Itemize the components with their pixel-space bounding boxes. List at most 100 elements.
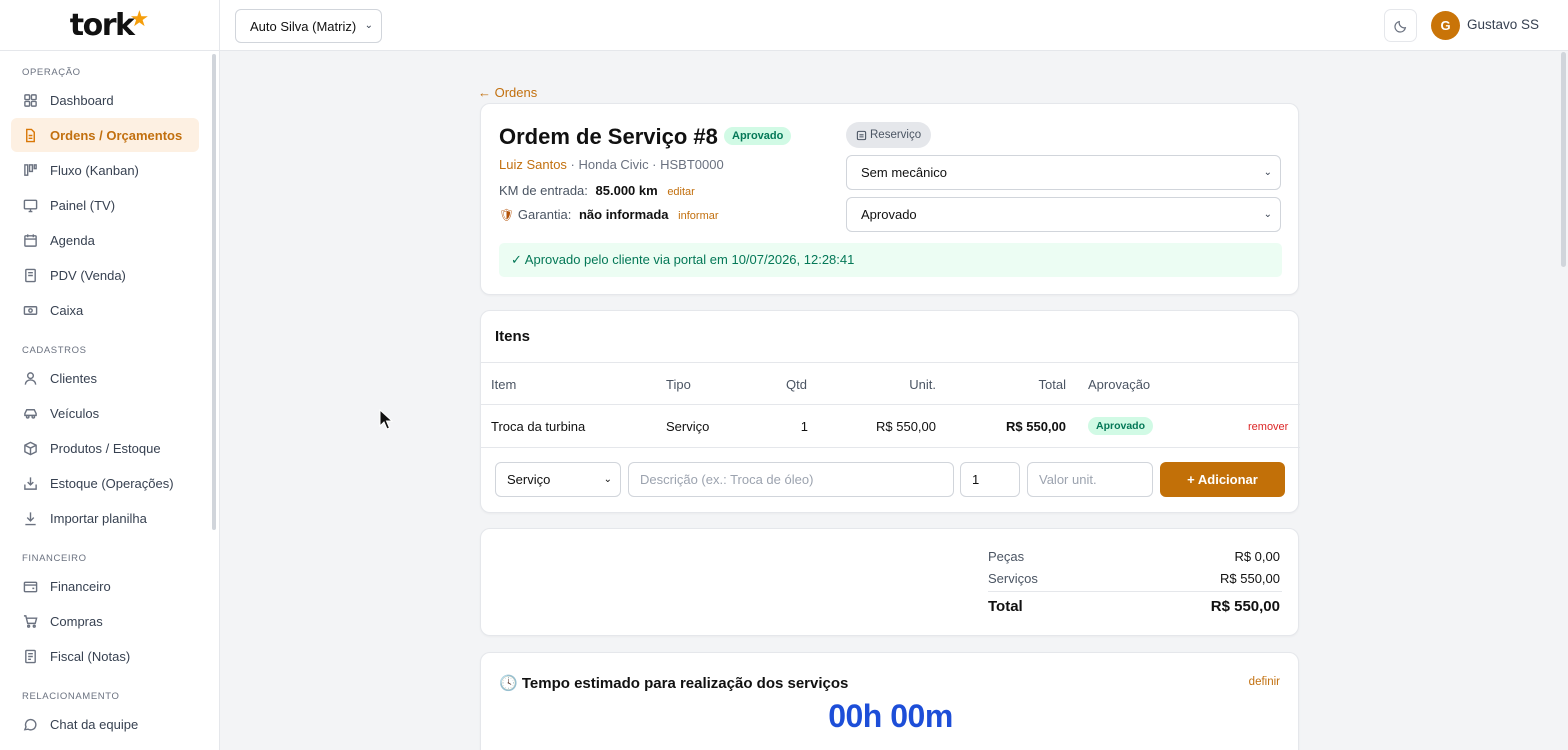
divider — [481, 404, 1300, 405]
sidebar-item-estoque-operacoes[interactable]: Estoque (Operações) — [11, 466, 199, 500]
status-badge: Aprovado — [724, 127, 792, 145]
quantity-input[interactable]: 1 — [960, 462, 1020, 497]
description-input[interactable]: Descrição (ex.: Troca de óleo) — [628, 462, 954, 497]
sidebar-item-importar[interactable]: Importar planilha — [11, 501, 199, 535]
sidebar-item-clientes[interactable]: Clientes — [11, 361, 199, 395]
logo[interactable]: tork ★ — [0, 0, 219, 51]
sidebar-item-compras[interactable]: Compras — [11, 604, 199, 638]
sidebar-item-label: Fluxo (Kanban) — [50, 162, 139, 178]
section-title-relacionamento: RELACIONAMENTO — [22, 691, 120, 702]
chevron-down-icon: ⌄ — [603, 474, 612, 485]
back-to-orders-link[interactable]: ← Ordens — [478, 85, 537, 100]
logo-text: tork — [69, 7, 135, 43]
sidebar-item-caixa[interactable]: Caixa — [11, 293, 199, 327]
cell-unit: R$ 550,00 — [876, 419, 936, 434]
sidebar-item-painel[interactable]: Painel (TV) — [11, 188, 199, 222]
parts-value: R$ 0,00 — [1234, 549, 1280, 564]
warranty-value: não informada — [578, 207, 669, 222]
avatar[interactable]: G — [1431, 11, 1460, 40]
cart-icon — [22, 613, 38, 629]
shield-icon: 🛡 — [499, 208, 515, 222]
sidebar-item-label: Estoque (Operações) — [50, 475, 174, 491]
cell-item: Troca da turbina — [491, 419, 586, 434]
page-scrollbar[interactable] — [1561, 52, 1566, 267]
car-icon — [22, 405, 38, 421]
page-title: Ordem de Serviço #8 — [499, 124, 718, 149]
customer-line: Luiz Santos · Honda Civic · HSBT0000 — [499, 157, 724, 172]
chevron-down-icon: ⌄ — [364, 20, 373, 31]
topbar: Auto Silva (Matriz) ⌄ G Gustavo SS — [220, 0, 1568, 51]
sidebar-item-produtos[interactable]: Produtos / Estoque — [11, 431, 199, 465]
kanban-icon — [22, 162, 38, 178]
sidebar-item-label: Importar planilha — [50, 510, 147, 526]
sidebar-item-ordens[interactable]: Ordens / Orçamentos — [11, 118, 199, 152]
warranty-label: Garantia: — [517, 207, 572, 222]
item-type-value: Serviço — [507, 472, 551, 487]
remove-item-button[interactable]: remover — [1248, 421, 1288, 433]
sidebar-item-label: Ordens / Orçamentos — [50, 127, 183, 143]
column-header-unit: Unit. — [909, 377, 936, 392]
sidebar-item-label: Produtos / Estoque — [50, 440, 161, 456]
edit-km-link[interactable]: editar — [667, 186, 695, 198]
items-card: Itens Item Tipo Qtd Unit. Total Aprovaçã… — [480, 310, 1300, 513]
estimated-time-value: 00h 00m — [828, 698, 953, 734]
theme-toggle-button[interactable] — [1384, 9, 1417, 42]
services-label: Serviços — [988, 571, 1038, 586]
km-line: KM de entrada: 85.000 km editar — [499, 183, 695, 198]
sidebar-item-chat[interactable]: Chat da equipe — [11, 707, 199, 741]
cell-tipo: Serviço — [666, 419, 710, 434]
column-header-tipo: Tipo — [666, 377, 691, 392]
sidebar-item-agenda[interactable]: Agenda — [11, 223, 199, 257]
cell-total: R$ 550,00 — [1006, 419, 1066, 434]
download-icon — [22, 510, 38, 526]
estimated-time-title-text: Tempo estimado para realização dos servi… — [521, 675, 849, 692]
chevron-down-icon: ⌄ — [1263, 167, 1272, 178]
mechanic-select[interactable]: Sem mecânico ⌄ — [846, 155, 1281, 190]
sidebar-item-label: Chat da equipe — [50, 716, 139, 732]
approval-banner: ✓ Aprovado pelo cliente via portal em 10… — [499, 243, 1282, 277]
sidebar-item-fiscal[interactable]: Fiscal (Notas) — [11, 639, 199, 673]
divider — [988, 591, 1282, 592]
sidebar-item-label: Financeiro — [50, 578, 111, 594]
totals-card: Peças R$ 0,00 Serviços R$ 550,00 Total R… — [480, 528, 1299, 636]
sidebar-scrollbar[interactable] — [212, 54, 216, 530]
reserve-icon — [856, 130, 867, 140]
receipt-icon — [22, 267, 38, 283]
mechanic-select-value: Sem mecânico — [861, 165, 947, 180]
estimated-time-title: 🕓 Tempo estimado para realização dos ser… — [499, 674, 848, 692]
item-type-select[interactable]: Serviço ⌄ — [495, 462, 621, 497]
sidebar-item-label: PDV (Venda) — [50, 267, 126, 283]
total-value: R$ 550,00 — [1210, 598, 1280, 615]
sidebar-item-pdv[interactable]: PDV (Venda) — [11, 258, 199, 292]
user-icon — [22, 370, 38, 386]
moon-icon — [1393, 20, 1406, 33]
define-time-link[interactable]: definir — [1249, 676, 1280, 688]
sidebar-item-financeiro[interactable]: Financeiro — [11, 569, 199, 603]
status-select[interactable]: Aprovado ⌄ — [846, 197, 1281, 232]
set-warranty-link[interactable]: informar — [678, 210, 718, 222]
user-name[interactable]: Gustavo SS — [1467, 17, 1539, 32]
parts-label: Peças — [988, 549, 1025, 564]
wallet-icon — [22, 578, 38, 594]
unit-price-input[interactable]: Valor unit. — [1027, 462, 1153, 497]
status-select-value: Aprovado — [861, 207, 917, 222]
sidebar-item-label: Agenda — [50, 232, 95, 248]
section-title-operacao: OPERAÇÃO — [22, 67, 81, 78]
sidebar-item-label: Caixa — [50, 302, 84, 318]
sidebar-item-label: Dashboard — [50, 92, 114, 108]
grid-icon — [22, 92, 38, 108]
reserve-button[interactable]: Reserviço — [846, 122, 932, 148]
calendar-icon — [22, 232, 38, 248]
star-icon: ★ — [129, 6, 150, 31]
customer-link[interactable]: Luiz Santos — [499, 157, 567, 172]
sidebar-item-veiculos[interactable]: Veículos — [11, 396, 199, 430]
add-item-button[interactable]: + Adicionar — [1160, 462, 1285, 497]
cell-qtd: 1 — [800, 419, 808, 434]
order-header-card: Ordem de Serviço #8 Aprovado Luiz Santos… — [480, 103, 1299, 295]
file-text-icon — [22, 648, 38, 664]
divider — [481, 447, 1300, 448]
shop-select[interactable]: Auto Silva (Matriz) ⌄ — [235, 9, 382, 43]
sidebar-item-dashboard[interactable]: Dashboard — [11, 83, 199, 117]
warranty-line: 🛡 Garantia: não informada informar — [499, 207, 719, 222]
sidebar-item-kanban[interactable]: Fluxo (Kanban) — [11, 153, 199, 187]
